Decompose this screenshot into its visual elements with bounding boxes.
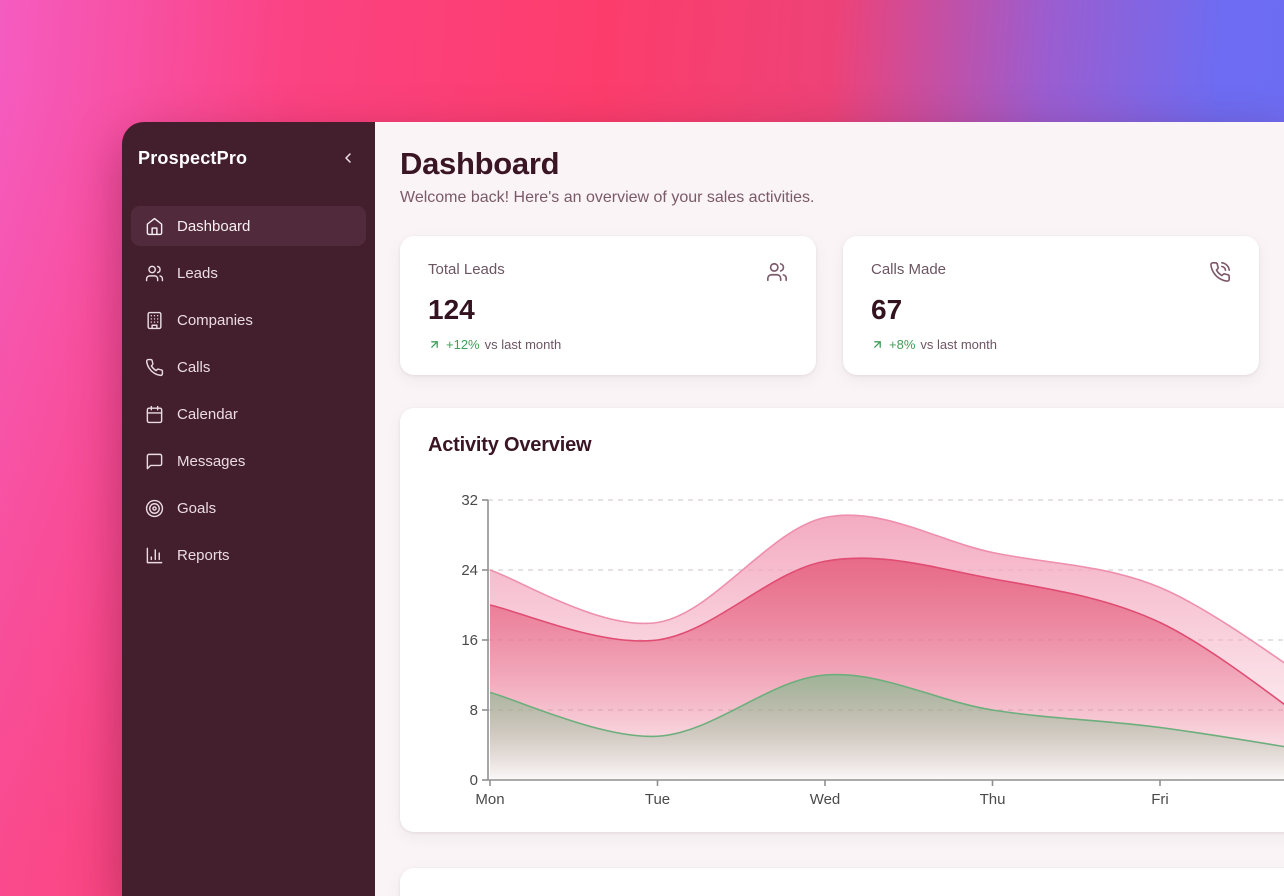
activity-area-chart: 08162432MonTueWedThuFriSat xyxy=(400,486,1284,830)
bottom-card-clipped xyxy=(400,868,1284,896)
stat-value: 67 xyxy=(871,294,1231,326)
svg-text:Thu: Thu xyxy=(980,791,1006,808)
bar-chart-icon xyxy=(145,546,164,565)
trend-note: vs last month xyxy=(485,337,562,352)
sidebar-item-calls[interactable]: Calls xyxy=(131,347,366,387)
stat-card: Calls Made 67 +8% vs last month xyxy=(843,236,1259,375)
stat-value: 124 xyxy=(428,294,788,326)
svg-text:Fri: Fri xyxy=(1151,791,1169,808)
sidebar-item-label: Leads xyxy=(177,265,218,282)
sidebar-item-dashboard[interactable]: Dashboard xyxy=(131,206,366,246)
brand-logo: ProspectPro xyxy=(138,148,247,169)
sidebar-collapse-button[interactable] xyxy=(337,147,359,169)
svg-text:32: 32 xyxy=(461,492,478,509)
trend-percent: +8% xyxy=(889,337,915,352)
svg-text:Wed: Wed xyxy=(810,791,841,808)
chevron-left-icon xyxy=(340,150,356,166)
sidebar: ProspectPro Dashboard Leads Companies Calls… xyxy=(122,122,375,896)
phone-icon xyxy=(145,358,164,377)
app-window: ProspectPro Dashboard Leads Companies Calls… xyxy=(122,122,1284,896)
sidebar-item-label: Calendar xyxy=(177,406,238,423)
sidebar-item-label: Messages xyxy=(177,453,245,470)
page-subtitle: Welcome back! Here's an overview of your… xyxy=(400,188,1284,207)
sidebar-nav: Dashboard Leads Companies Calls Calendar Mess… xyxy=(131,206,366,582)
stat-label: Total Leads xyxy=(428,261,505,278)
stat-label: Calls Made xyxy=(871,261,946,278)
calendar-icon xyxy=(145,405,164,424)
users-icon xyxy=(145,264,164,283)
activity-overview-card: Activity Overview 0 8 16 24 32 Mon Tue Wed Thu Fr… xyxy=(400,408,1284,832)
home-icon xyxy=(145,217,164,236)
svg-text:Tue: Tue xyxy=(645,791,670,808)
trend-percent: +12% xyxy=(446,337,480,352)
sidebar-item-companies[interactable]: Companies xyxy=(131,300,366,340)
arrow-up-right-icon xyxy=(871,338,884,351)
users-icon xyxy=(766,261,788,288)
svg-text:24: 24 xyxy=(461,562,478,579)
sidebar-item-label: Companies xyxy=(177,312,253,329)
page-title: Dashboard xyxy=(400,147,1284,181)
sidebar-item-leads[interactable]: Leads xyxy=(131,253,366,293)
building-icon xyxy=(145,311,164,330)
svg-text:Mon: Mon xyxy=(475,791,504,808)
stat-cards-row: Total Leads 124 +12% vs last month Calls… xyxy=(400,236,1284,375)
sidebar-header: ProspectPro xyxy=(138,146,359,170)
sidebar-item-reports[interactable]: Reports xyxy=(131,535,366,575)
sidebar-item-label: Reports xyxy=(177,547,230,564)
sidebar-item-calendar[interactable]: Calendar xyxy=(131,394,366,434)
sidebar-item-label: Goals xyxy=(177,500,216,517)
svg-text:0: 0 xyxy=(470,772,478,789)
svg-text:8: 8 xyxy=(470,702,478,719)
svg-text:16: 16 xyxy=(461,632,478,649)
stat-card: Total Leads 124 +12% vs last month xyxy=(400,236,816,375)
arrow-up-right-icon xyxy=(428,338,441,351)
target-icon xyxy=(145,499,164,518)
sidebar-item-goals[interactable]: Goals xyxy=(131,488,366,528)
message-square-icon xyxy=(145,452,164,471)
stat-trend: +12% vs last month xyxy=(428,337,788,352)
trend-note: vs last month xyxy=(920,337,997,352)
sidebar-item-label: Dashboard xyxy=(177,218,250,235)
chart-title: Activity Overview xyxy=(428,434,1284,457)
sidebar-item-label: Calls xyxy=(177,359,210,376)
phone-call-icon xyxy=(1209,261,1231,288)
sidebar-item-messages[interactable]: Messages xyxy=(131,441,366,481)
stat-trend: +8% vs last month xyxy=(871,337,1231,352)
main-content: Dashboard Welcome back! Here's an overvi… xyxy=(375,122,1284,896)
